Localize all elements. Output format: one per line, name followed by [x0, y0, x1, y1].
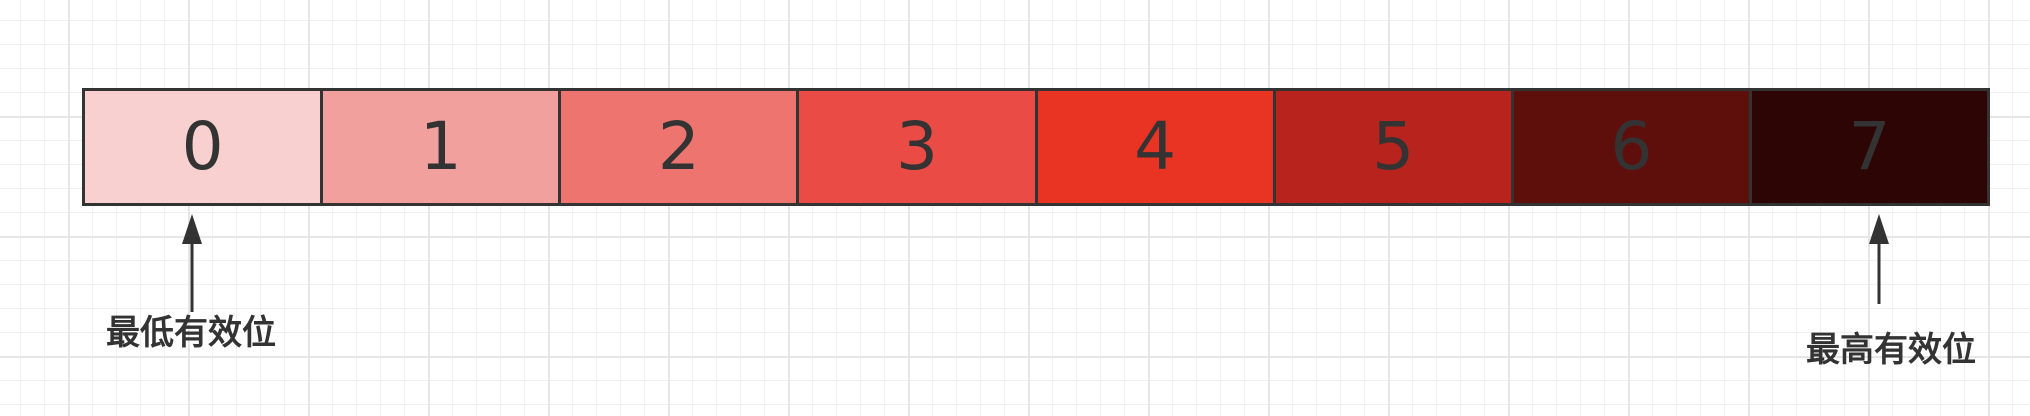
lsb-arrow-head	[182, 214, 202, 244]
bit-label-1: 1	[419, 108, 462, 185]
bit-cell-1: 1	[323, 91, 562, 203]
bit-label-0: 0	[181, 108, 224, 185]
bit-order-diagram: 0 1 2 3 4 5 6 7 最低有效位 最高有效位	[0, 0, 2030, 416]
msb-label: 最高有效位	[1806, 330, 1976, 370]
msb-arrow-head	[1869, 214, 1889, 244]
bit-label-6: 6	[1610, 108, 1653, 185]
bit-label-3: 3	[895, 108, 938, 185]
bit-cell-4: 4	[1037, 91, 1276, 203]
bit-label-5: 5	[1372, 108, 1415, 185]
bit-cell-5: 5	[1275, 91, 1514, 203]
lsb-label: 最低有效位	[106, 313, 276, 353]
bit-cell-3: 3	[799, 91, 1038, 203]
bit-label-7: 7	[1848, 108, 1891, 185]
bit-label-2: 2	[657, 108, 700, 185]
bit-row: 0 1 2 3 4 5 6 7	[82, 88, 1990, 206]
bit-label-4: 4	[1134, 108, 1177, 185]
bit-cell-7: 7	[1751, 91, 1987, 203]
msb-arrow-icon	[1869, 214, 1889, 304]
bit-cell-2: 2	[561, 91, 800, 203]
bit-cell-0: 0	[85, 91, 324, 203]
bit-cell-6: 6	[1513, 91, 1752, 203]
lsb-arrow-icon	[182, 214, 202, 312]
